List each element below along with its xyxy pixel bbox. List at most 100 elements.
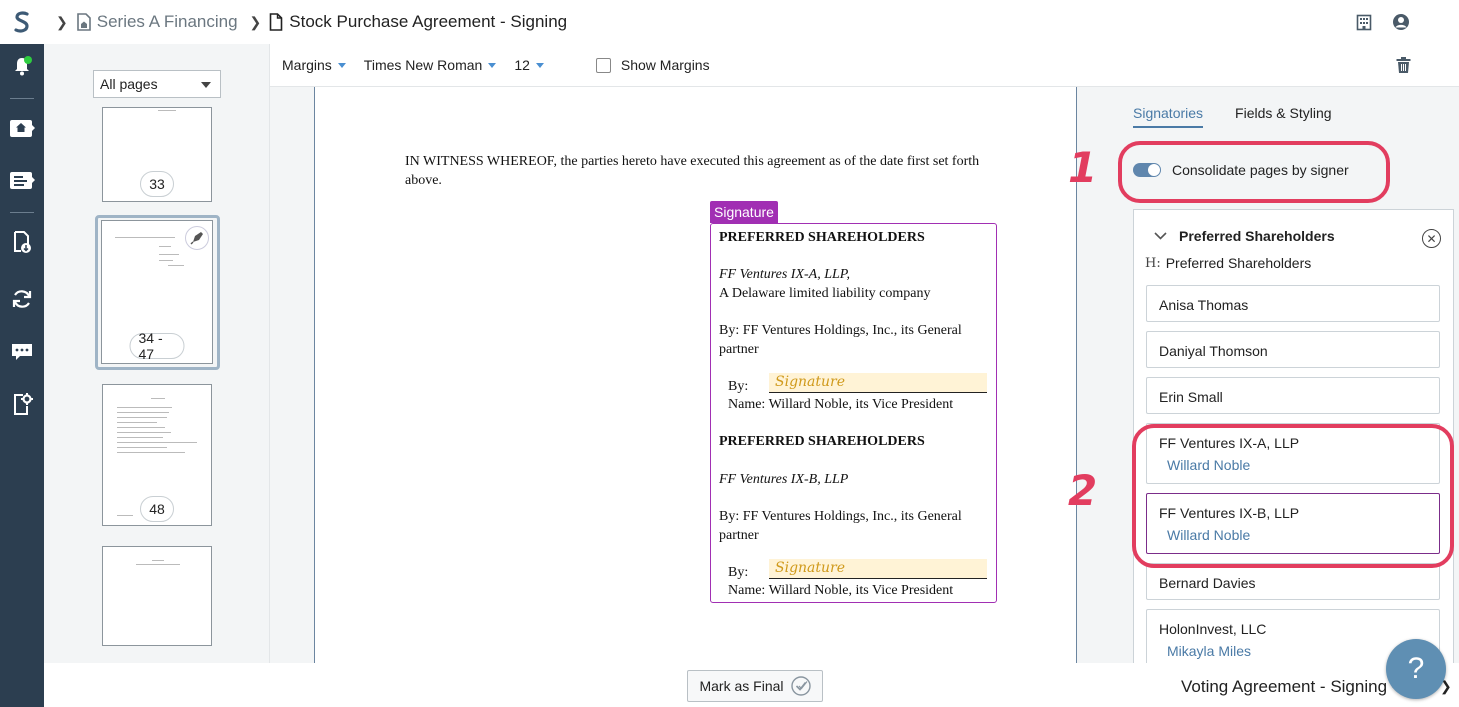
block-heading: PREFERRED SHAREHOLDERS — [719, 230, 925, 245]
show-margins-checkbox[interactable] — [595, 57, 611, 73]
by-label: By: — [728, 565, 749, 580]
left-nav-rail — [0, 0, 44, 707]
pages-filter-value: All pages — [100, 76, 158, 92]
signature-pen-icon — [185, 226, 209, 250]
breadcrumb: ❯ Series A Financing ❯ Stock Purchase Ag… — [44, 12, 567, 32]
formatting-toolbar: Margins Times New Roman 12 Show Margins — [270, 44, 1459, 87]
page-number-badge: 33 — [140, 171, 174, 197]
font-family-label: Times New Roman — [363, 57, 483, 73]
font-size-label: 12 — [514, 57, 530, 73]
block-by-line: By: FF Ventures Holdings, Inc., its Gene… — [719, 323, 962, 357]
show-margins-label: Show Margins — [620, 57, 710, 73]
user-account-icon[interactable] — [1392, 13, 1410, 31]
block-by-line: By: FF Ventures Holdings, Inc., its Gene… — [719, 509, 962, 543]
by-label: By: — [728, 379, 749, 394]
document-settings-icon[interactable] — [8, 390, 36, 418]
signer-name: Erin Small — [1159, 389, 1223, 405]
annotation-highlight-1 — [1118, 141, 1390, 203]
heading-marker-icon: H: — [1145, 255, 1161, 271]
pages-filter-select[interactable]: All pages — [93, 70, 221, 98]
show-margins-toggle[interactable]: Show Margins — [595, 57, 710, 73]
comments-icon[interactable] — [8, 338, 36, 366]
caret-down-icon — [535, 62, 544, 68]
next-document-link[interactable]: Voting Agreement - Signing - — [1181, 677, 1397, 697]
block-name-line: Name: Willard Noble, its Vice President — [728, 397, 954, 412]
app-logo[interactable] — [0, 0, 44, 44]
chevron-right-icon: ❯ — [56, 13, 68, 30]
help-button[interactable]: ? — [1386, 639, 1446, 699]
sync-icon[interactable] — [8, 285, 36, 313]
folder-icon — [76, 13, 92, 31]
signature-block[interactable]: PREFERRED SHAREHOLDERS FF Ventures IX-A,… — [710, 223, 997, 603]
signer-item[interactable]: Erin Small — [1146, 377, 1440, 414]
page-number-badge: 48 — [140, 496, 174, 522]
group-header[interactable]: Preferred Shareholders — [1154, 228, 1335, 244]
mark-as-final-label: Mark as Final — [699, 678, 784, 694]
rail-divider — [10, 98, 34, 99]
page-thumbnail[interactable]: 48 — [102, 384, 212, 526]
signer-name: HolonInvest, LLC — [1159, 621, 1267, 637]
block-entity: FF Ventures IX-A, LLP, — [719, 267, 851, 282]
panel-tabs: Signatories Fields & Styling — [1133, 105, 1364, 128]
font-family-dropdown[interactable]: Times New Roman — [364, 57, 497, 73]
next-document-title: Voting Agreement - Signing - — [1181, 677, 1398, 696]
caret-down-icon — [488, 62, 497, 68]
document-icon — [269, 13, 283, 31]
signature-field[interactable]: Signature — [769, 559, 987, 579]
group-title: Preferred Shareholders — [1179, 228, 1335, 244]
page-number-badge: 34 - 47 — [129, 330, 185, 362]
page-thumbnails-panel: All pages 33 34 - 47 48 — [44, 44, 270, 663]
bottom-bar: Mark as Final Voting Agreement - Signing… — [44, 663, 1459, 707]
breadcrumb-folder-link[interactable]: Series A Financing — [97, 12, 238, 32]
signer-representative: Mikayla Miles — [1167, 643, 1252, 659]
notifications-bell-icon[interactable] — [8, 52, 36, 80]
tab-signatories[interactable]: Signatories — [1133, 105, 1204, 128]
margins-dropdown[interactable]: Margins — [282, 57, 346, 73]
witness-clause: IN WITNESS WHEREOF, the parties hereto h… — [405, 154, 980, 188]
tab-fields-styling[interactable]: Fields & Styling — [1235, 105, 1331, 128]
close-icon[interactable]: ✕ — [1422, 229, 1441, 248]
signature-field[interactable]: Signature — [769, 373, 987, 393]
signer-item[interactable]: Bernard Davies — [1146, 563, 1440, 600]
rail-divider — [10, 212, 34, 213]
document-viewer: IN WITNESS WHEREOF, the parties hereto h… — [270, 87, 1121, 663]
chevron-down-icon — [1154, 232, 1167, 240]
signature-placeholder: Signature — [775, 374, 846, 390]
top-right-actions — [1356, 0, 1459, 44]
annotation-number-1: 1 — [1068, 143, 1098, 192]
documents-icon[interactable] — [8, 166, 36, 194]
building-icon[interactable] — [1356, 14, 1372, 31]
block-name-line: Name: Willard Noble, its Vice President — [728, 583, 954, 598]
document-page: IN WITNESS WHEREOF, the parties hereto h… — [314, 87, 1077, 663]
logo-icon — [14, 11, 29, 33]
page-thumbnail-selected[interactable]: 34 - 47 — [101, 220, 213, 364]
signer-name: Daniyal Thomson — [1159, 343, 1268, 359]
trash-icon[interactable] — [1396, 57, 1411, 74]
page-thumbnail[interactable] — [102, 546, 212, 646]
signer-name: Bernard Davies — [1159, 575, 1256, 591]
help-question-icon: ? — [1407, 652, 1425, 685]
breadcrumb-document-title: Stock Purchase Agreement - Signing — [289, 12, 568, 31]
block-heading: PREFERRED SHAREHOLDERS — [719, 434, 925, 449]
group-subtitle: Preferred Shareholders — [1165, 255, 1312, 271]
signature-block-tag[interactable]: Signature — [710, 201, 778, 223]
block-entity: FF Ventures IX-B, LLP — [719, 472, 849, 487]
page-thumbnail[interactable]: 33 — [102, 107, 212, 202]
font-size-dropdown[interactable]: 12 — [514, 57, 544, 73]
group-subtitle-row: H: Preferred Shareholders — [1145, 255, 1311, 271]
annotation-highlight-2 — [1132, 424, 1454, 568]
caret-down-icon — [337, 62, 346, 68]
home-icon[interactable] — [8, 114, 36, 142]
block-entity-desc: A Delaware limited liability company — [719, 286, 931, 301]
signature-placeholder: Signature — [775, 560, 846, 576]
annotation-number-2: 2 — [1068, 466, 1098, 515]
mark-as-final-button[interactable]: Mark as Final — [687, 670, 823, 702]
signer-name: Anisa Thomas — [1159, 297, 1249, 313]
signer-item[interactable]: Anisa Thomas — [1146, 285, 1440, 322]
chevron-right-icon: ❯ — [249, 13, 262, 30]
check-circle-icon — [790, 676, 811, 696]
top-bar: ❯ Series A Financing ❯ Stock Purchase Ag… — [44, 0, 1459, 44]
signer-item[interactable]: Daniyal Thomson — [1146, 331, 1440, 368]
margins-label: Margins — [282, 57, 332, 73]
download-document-icon[interactable] — [8, 228, 36, 256]
